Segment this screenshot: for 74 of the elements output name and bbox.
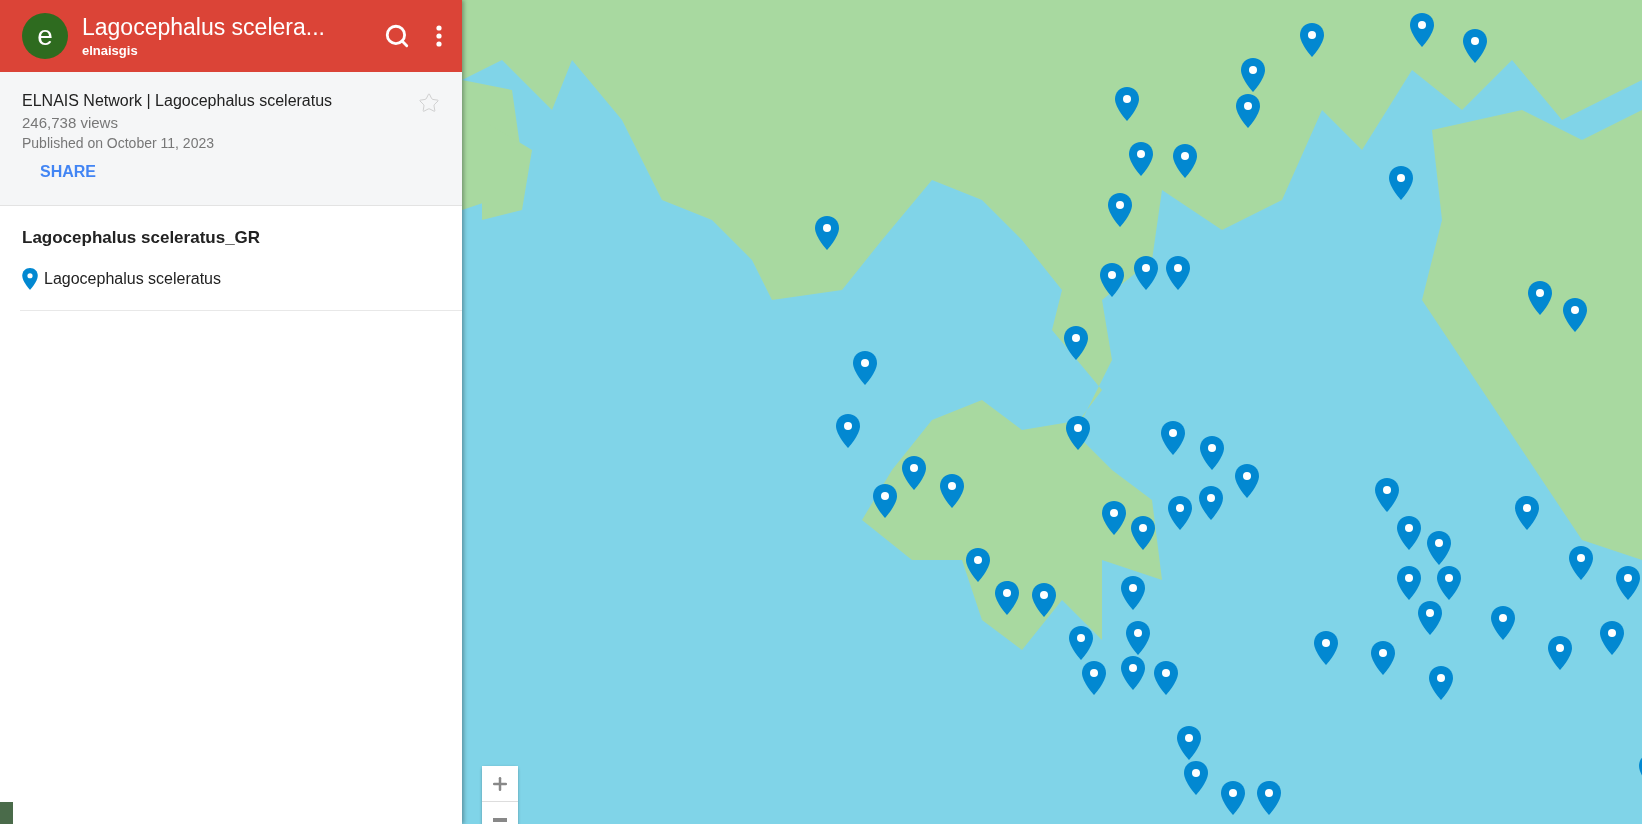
map-pin-icon[interactable]: [1548, 636, 1572, 670]
map-pin-icon[interactable]: [1066, 416, 1091, 450]
map-pin-icon[interactable]: [1160, 421, 1185, 455]
map-pin-icon[interactable]: [1154, 661, 1179, 695]
map-pin-icon[interactable]: [1256, 781, 1281, 815]
map-pin-icon[interactable]: [1126, 621, 1151, 655]
map-pin-icon[interactable]: [1437, 566, 1462, 600]
published-date: Published on October 11, 2023: [22, 135, 215, 151]
map-pin-icon[interactable]: [1031, 583, 1056, 617]
map-pin-icon[interactable]: [1409, 13, 1434, 47]
map-pin-icon[interactable]: [1108, 193, 1133, 227]
map-pin-icon[interactable]: [1600, 621, 1625, 655]
map-pin-icon[interactable]: [1200, 436, 1225, 470]
map-pin-icon[interactable]: [1082, 661, 1107, 695]
map-pin-icon[interactable]: [1528, 281, 1553, 315]
map-pin-icon[interactable]: [1221, 781, 1246, 815]
map-pin-icon[interactable]: [836, 414, 861, 448]
star-icon[interactable]: [418, 92, 440, 114]
satellite-thumbnail[interactable]: [0, 802, 13, 824]
map-pin-icon[interactable]: [1120, 576, 1145, 610]
legend-item[interactable]: Lagocephalus sceleratus: [22, 268, 460, 290]
map-pin-icon[interactable]: [1241, 58, 1266, 92]
map-pin-icon[interactable]: [1568, 546, 1593, 580]
map-pin-icon[interactable]: [1064, 326, 1089, 360]
map-pin-icon[interactable]: [902, 456, 926, 490]
zoom-in-button[interactable]: [482, 766, 518, 802]
map-pin-icon[interactable]: [995, 581, 1020, 615]
map-pin-icon[interactable]: [1426, 531, 1451, 565]
map-pin-icon[interactable]: [1199, 486, 1224, 520]
map-pin-icon[interactable]: [1616, 566, 1641, 600]
map-pin-icon[interactable]: [1562, 298, 1587, 332]
more-icon: [436, 25, 442, 47]
map-title: Lagocephalus scelera...: [82, 14, 326, 41]
view-count: 246,738 views: [22, 114, 119, 131]
map-pin-icon[interactable]: [1183, 761, 1208, 795]
map-pin-icon[interactable]: [1388, 166, 1413, 200]
map-pin-icon[interactable]: [872, 484, 897, 518]
map-pin-icon[interactable]: [1120, 656, 1145, 690]
search-icon: [384, 23, 410, 49]
map-pin-icon[interactable]: [1234, 464, 1259, 498]
map-pin-icon[interactable]: [852, 351, 877, 385]
map-pin-icon[interactable]: [939, 474, 964, 508]
map-pin-icon[interactable]: [1375, 478, 1400, 512]
map-pin-icon[interactable]: [1397, 566, 1422, 600]
map-pin-icon[interactable]: [1428, 666, 1453, 700]
map-pin-icon[interactable]: [1177, 726, 1202, 760]
map-pin-icon[interactable]: [815, 216, 840, 250]
minus-icon: [493, 817, 507, 822]
map-pin-icon[interactable]: [1131, 516, 1156, 550]
share-button[interactable]: SHARE: [22, 155, 114, 189]
map-pin-icon[interactable]: [1371, 641, 1396, 675]
map-pin-icon[interactable]: [1418, 601, 1443, 635]
map-pin-icon[interactable]: [1173, 144, 1198, 178]
map-pin-icon[interactable]: [1068, 626, 1093, 660]
map-pin-icon[interactable]: [1165, 256, 1190, 290]
map-pin-icon[interactable]: [965, 548, 990, 582]
map-pin-icon[interactable]: [1491, 606, 1516, 640]
map-pin-icon[interactable]: [1299, 23, 1324, 57]
layer-name: Lagocephalus sceleratus_GR: [22, 228, 262, 248]
map-pin-icon[interactable]: [1114, 87, 1139, 121]
map-pin-icon[interactable]: [1236, 94, 1260, 128]
map-description: ELNAIS Network | Lagocephalus sceleratus: [22, 92, 334, 110]
map-pin-icon[interactable]: [1463, 29, 1488, 63]
user-avatar[interactable]: e: [22, 13, 68, 59]
map-pin-icon[interactable]: [1397, 516, 1422, 550]
map-pin-icon[interactable]: [1167, 496, 1192, 530]
map-pin-icon[interactable]: [1313, 631, 1338, 665]
map-pin-icon[interactable]: [1129, 142, 1154, 176]
map-pin-icon[interactable]: [1134, 256, 1159, 290]
owner-name[interactable]: elnaisgis: [82, 43, 364, 58]
map-pin-icon[interactable]: [1102, 501, 1126, 535]
map-pin-icon[interactable]: [1514, 496, 1539, 530]
legend-label: Lagocephalus sceleratus: [44, 270, 221, 288]
map-pin-icon[interactable]: [1099, 263, 1124, 297]
